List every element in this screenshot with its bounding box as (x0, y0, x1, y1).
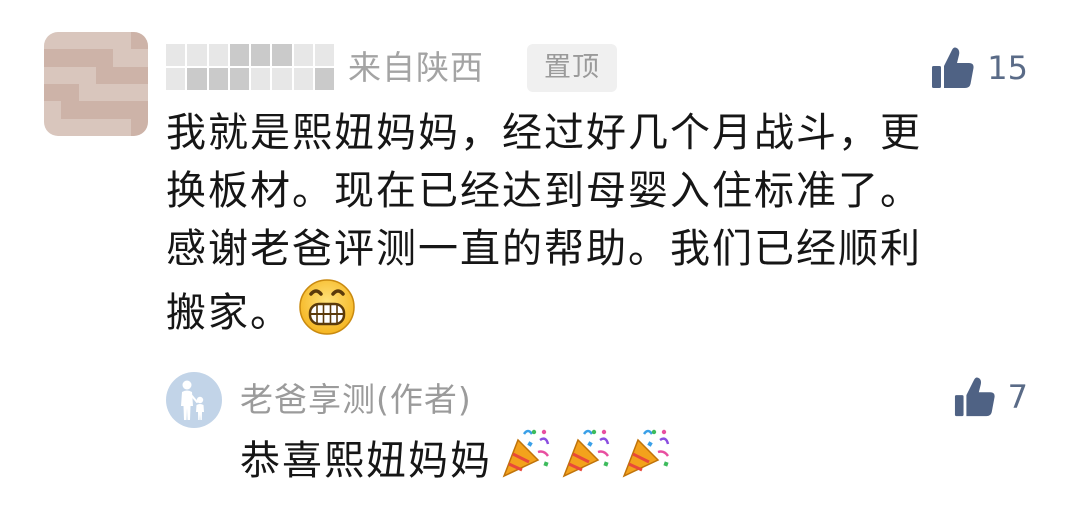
location-label: 来自陕西 (348, 48, 484, 87)
avatar-mosaic-tile (96, 49, 114, 67)
reply-like-count: 7 (1007, 378, 1028, 416)
name-mosaic-tile (314, 44, 334, 66)
reply-author-name[interactable]: 老爸享测(作者) (240, 376, 472, 424)
avatar-mosaic-tile (130, 118, 148, 136)
avatar-mosaic-tile (44, 84, 62, 102)
comment-thread: 来自陕西 置顶 15 我就是熙妞妈妈，经过好几个月战斗，更 换板材。现在已经达到… (0, 0, 1080, 518)
comment-like-count: 15 (987, 49, 1028, 87)
parent-child-silhouette-icon (181, 380, 204, 420)
avatar-mosaic-tile (78, 84, 96, 102)
name-mosaic-tile (208, 44, 228, 66)
avatar-mosaic-tile (61, 101, 79, 119)
name-mosaic-tile (293, 44, 313, 66)
avatar-mosaic-tile (96, 66, 114, 84)
commenter-avatar[interactable] (44, 32, 148, 136)
avatar-mosaic-tile (96, 32, 114, 50)
thumbs-up-icon (932, 47, 974, 88)
avatar-mosaic-tile (61, 66, 79, 84)
comment-like-button[interactable]: 15 (931, 40, 1028, 96)
comment-text-content: 我就是熙妞妈妈，经过好几个月战斗，更 换板材。现在已经达到母婴入住标准了。 感谢… (166, 110, 922, 336)
avatar-mosaic-tile (78, 101, 96, 119)
party-popper-emoji (622, 429, 670, 478)
name-mosaic-tile (293, 68, 313, 90)
name-mosaic-tile (314, 68, 334, 90)
avatar-mosaic-tile (78, 32, 96, 50)
avatar-mosaic-tile (130, 101, 148, 119)
avatar-mosaic-tile (78, 118, 96, 136)
party-emoji-group (492, 426, 672, 496)
avatar-mosaic-tile (61, 84, 79, 102)
avatar-mosaic-tile (113, 118, 131, 136)
avatar-mosaic-tile (61, 118, 79, 136)
grinning-face-emoji (299, 279, 355, 335)
author-avatar[interactable] (166, 372, 222, 428)
avatar-mosaic-tile (96, 101, 114, 119)
avatar-mosaic-tile (96, 84, 114, 102)
avatar-mosaic-tile (113, 32, 131, 50)
name-mosaic-tile (251, 44, 271, 66)
name-mosaic-tile (187, 68, 207, 90)
avatar-mosaic-tile (44, 101, 62, 119)
avatar-mosaic-tile (113, 66, 131, 84)
name-mosaic-tile (229, 68, 249, 90)
avatar-mosaic-tile (96, 118, 114, 136)
name-mosaic-tile (272, 68, 292, 90)
name-mosaic-tile (166, 68, 186, 90)
thumbs-up-icon (954, 377, 995, 417)
avatar-mosaic-tile (130, 84, 148, 102)
comment-text: 我就是熙妞妈妈，经过好几个月战斗，更 换板材。现在已经达到母婴入住标准了。 感谢… (166, 104, 1016, 342)
avatar-mosaic-tile (78, 49, 96, 67)
avatar-mosaic-tile (44, 66, 62, 84)
reply-text: 恭喜熙妞妈妈 (240, 429, 672, 490)
avatar-mosaic-tile (61, 32, 79, 50)
avatar-mosaic-tile (130, 49, 148, 67)
name-mosaic-tile (187, 44, 207, 66)
name-mosaic-tile (229, 44, 249, 66)
avatar-mosaic-tile (113, 49, 131, 67)
avatar-mosaic-tile (130, 32, 148, 50)
reply-like-button[interactable]: 7 (954, 372, 1028, 422)
avatar-mosaic-tile (44, 49, 62, 67)
name-mosaic-tile (166, 44, 186, 66)
name-mosaic-tile (272, 44, 292, 66)
commenter-name-blurred[interactable] (166, 44, 334, 90)
name-mosaic-tile (251, 68, 271, 90)
name-mosaic-tile (208, 68, 228, 90)
reply-text-content: 恭喜熙妞妈妈 (240, 438, 492, 484)
avatar-mosaic-tile (61, 49, 79, 67)
party-popper-emoji (502, 429, 550, 478)
avatar-mosaic-tile (113, 101, 131, 119)
avatar-mosaic-tile (44, 118, 62, 136)
avatar-mosaic-tile (44, 32, 62, 50)
avatar-mosaic-tile (78, 66, 96, 84)
pinned-badge: 置顶 (527, 44, 617, 92)
avatar-mosaic-tile (113, 84, 131, 102)
avatar-mosaic-tile (130, 66, 148, 84)
party-popper-emoji (562, 429, 610, 478)
